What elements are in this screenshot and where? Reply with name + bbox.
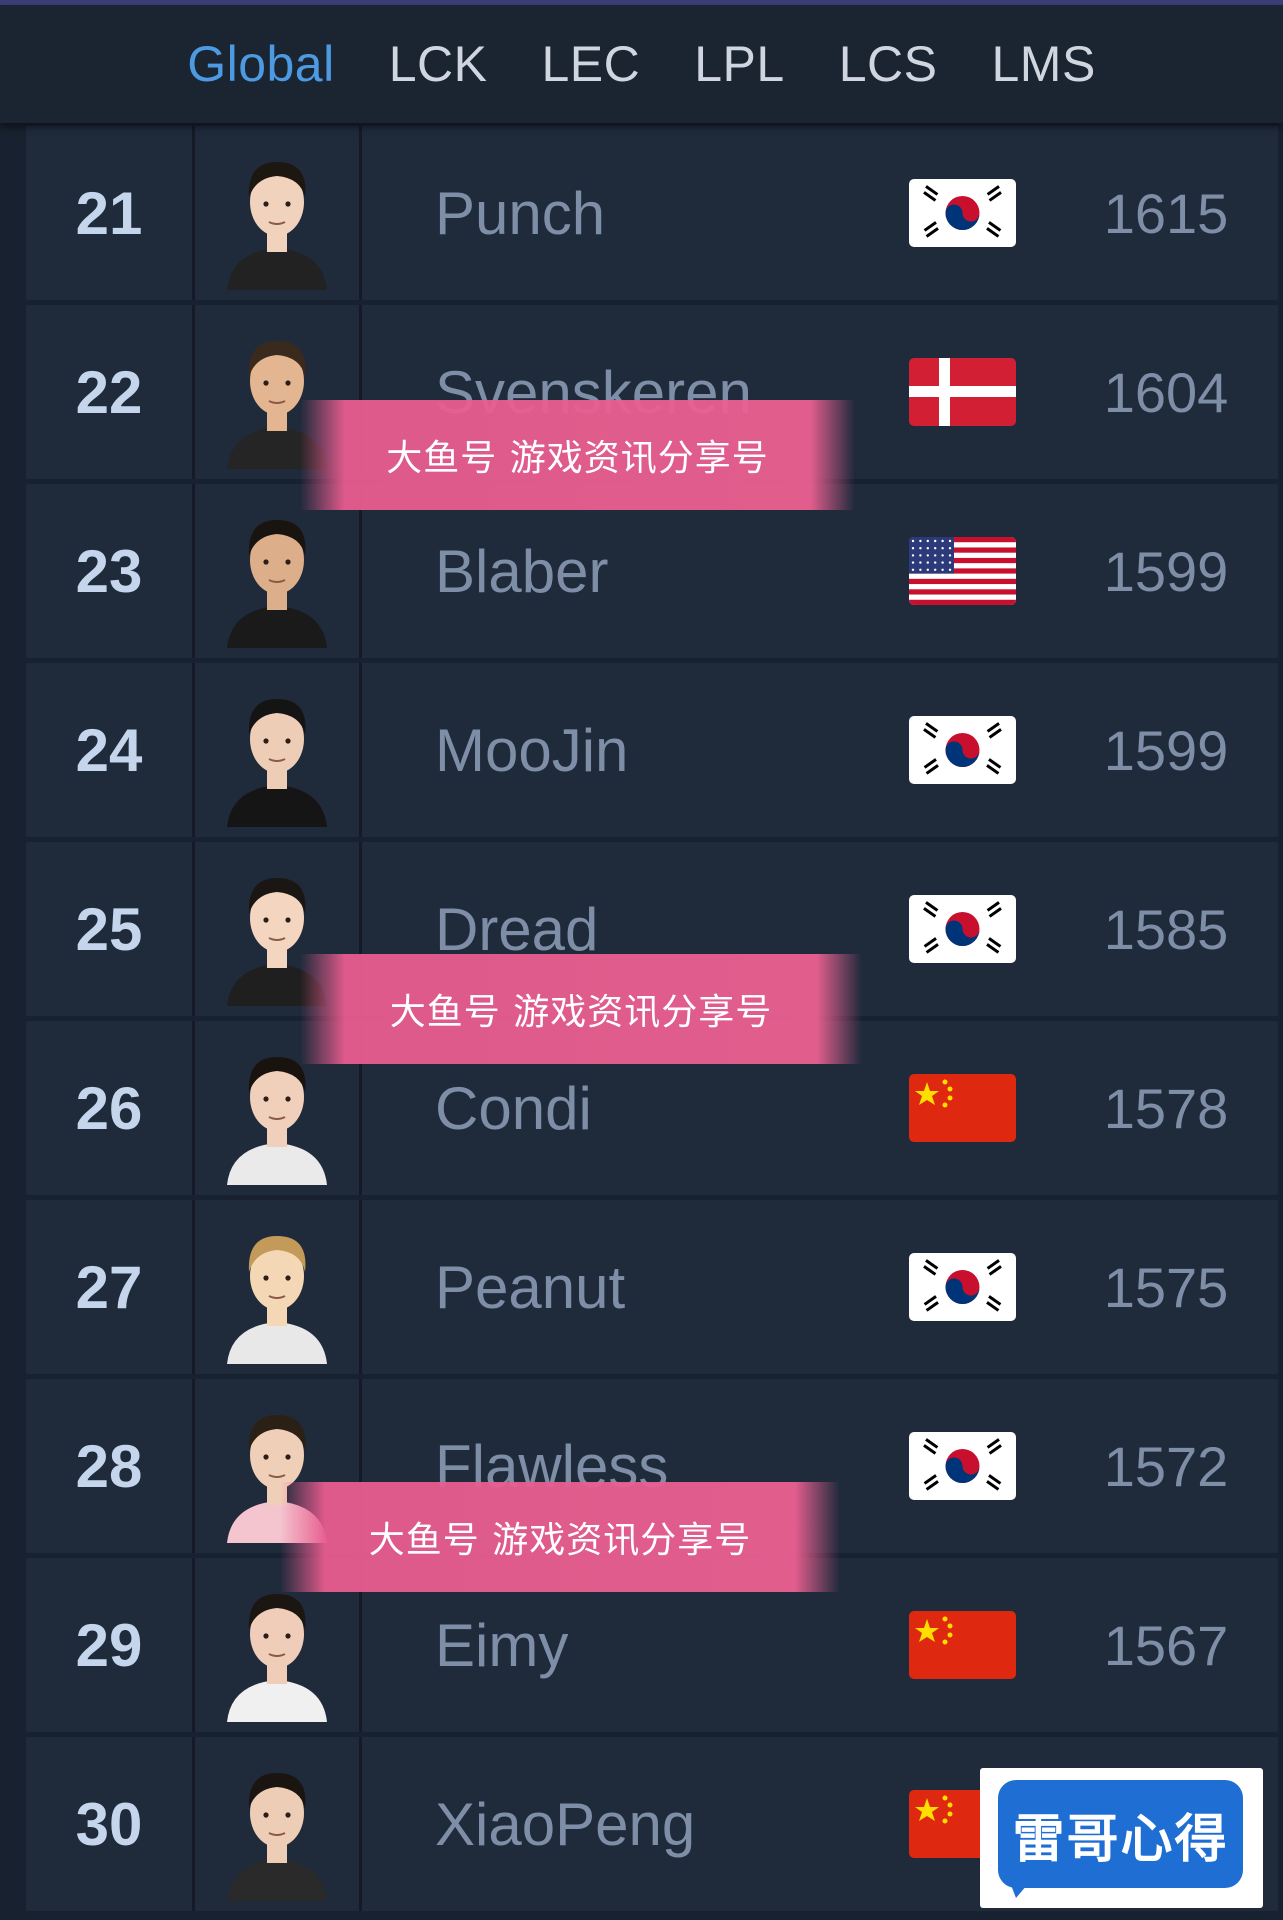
column-divider [359, 484, 362, 658]
player-rating: 1604 [1103, 360, 1229, 424]
logo-text: 雷哥心得 [1012, 1809, 1229, 1870]
column-divider [359, 1737, 362, 1911]
rank-number: 26 [75, 1074, 143, 1142]
rank-number: 23 [75, 537, 143, 605]
player-rating: 1599 [1103, 718, 1229, 782]
rank-number: 22 [75, 358, 143, 426]
korea-flag-icon [909, 895, 1016, 963]
player-rating: 1575 [1103, 1255, 1229, 1319]
player-name[interactable]: Peanut [435, 1200, 625, 1374]
rank-number: 28 [75, 1432, 143, 1500]
korea-flag-icon [909, 1432, 1016, 1500]
tab-global[interactable]: Global [187, 35, 335, 93]
player-row[interactable]: 27 Peanut 1575 [26, 1200, 1278, 1374]
player-avatar [195, 1200, 359, 1374]
tab-lec[interactable]: LEC [541, 35, 640, 93]
player-rating: 1599 [1103, 539, 1229, 603]
korea-flag-icon [909, 179, 1016, 247]
rank-number: 21 [75, 179, 143, 247]
rank-number: 30 [75, 1790, 143, 1858]
korea-flag-icon [909, 1253, 1016, 1321]
player-rating: 1567 [1103, 1613, 1229, 1677]
player-rating: 1578 [1103, 1076, 1229, 1140]
player-row[interactable]: 24 MooJin 1599 [26, 663, 1278, 837]
china-flag-icon [909, 1611, 1016, 1679]
watermark-banner: 大鱼号 游戏资讯分享号 [300, 954, 862, 1064]
player-name[interactable]: Punch [435, 126, 605, 300]
player-avatar [195, 663, 359, 837]
usa-flag-icon [909, 537, 1016, 605]
player-rating: 1615 [1103, 181, 1229, 245]
player-name[interactable]: XiaoPeng [435, 1737, 695, 1911]
tab-lcs[interactable]: LCS [839, 35, 938, 93]
rank-number: 27 [75, 1253, 143, 1321]
china-flag-icon [909, 1074, 1016, 1142]
channel-logo: 雷哥心得 [980, 1768, 1263, 1908]
player-name[interactable]: Blaber [435, 484, 608, 658]
player-rating: 1572 [1103, 1434, 1229, 1498]
tab-lms[interactable]: LMS [991, 35, 1095, 93]
denmark-flag-icon [909, 358, 1016, 426]
watermark-banner: 大鱼号 游戏资讯分享号 [280, 1482, 840, 1592]
tab-lpl[interactable]: LPL [694, 35, 784, 93]
player-avatar [195, 484, 359, 658]
player-avatar [195, 126, 359, 300]
player-avatar [195, 1737, 359, 1911]
page: Global LCK LEC LPL LCS LMS 21 Punch 1615 22… [0, 0, 1283, 1920]
korea-flag-icon [909, 716, 1016, 784]
tab-lck[interactable]: LCK [389, 35, 488, 93]
column-divider [359, 1200, 362, 1374]
rank-number: 25 [75, 895, 143, 963]
player-row[interactable]: 23 Blaber 1599 [26, 484, 1278, 658]
column-divider [359, 126, 362, 300]
column-divider [359, 663, 362, 837]
player-row[interactable]: 21 Punch 1615 [26, 126, 1278, 300]
player-rating: 1585 [1103, 897, 1229, 961]
rank-number: 24 [75, 716, 143, 784]
watermark-banner: 大鱼号 游戏资讯分享号 [300, 400, 855, 510]
player-name[interactable]: MooJin [435, 663, 628, 837]
rank-number: 29 [75, 1611, 143, 1679]
region-tabs: Global LCK LEC LPL LCS LMS [0, 5, 1283, 123]
